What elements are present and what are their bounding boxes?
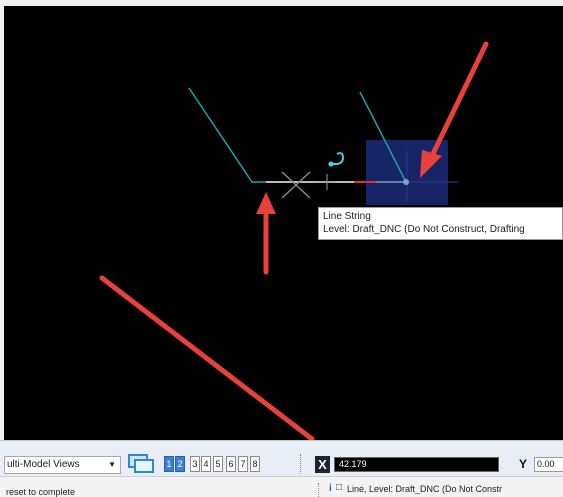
element-tooltip: Line String Level: Draft_DNC (Do Not Con… <box>318 207 563 240</box>
annotation-arrow-up <box>256 192 276 275</box>
view-button-1[interactable]: 1 <box>164 456 174 472</box>
y-coordinate-input[interactable]: 0.00 <box>534 457 563 472</box>
status-message: Line, Level: Draft_DNC (Do Not Constr <box>347 484 503 494</box>
element-icon: □ <box>336 482 343 493</box>
view-group-select[interactable]: ulti-Model Views ▼ <box>4 456 121 474</box>
view-button-4[interactable]: 4 <box>201 456 211 472</box>
view-button-5[interactable]: 5 <box>213 456 223 472</box>
status-prompt: reset to complete <box>6 487 76 497</box>
toolbar-separator <box>300 454 303 474</box>
view-groups-icon[interactable] <box>127 452 155 474</box>
x-coordinate-input[interactable]: 42.179 <box>334 457 499 472</box>
view-group-select-value: ulti-Model Views <box>7 459 80 470</box>
snap-mode-icon <box>328 152 345 167</box>
snap-point <box>403 179 409 185</box>
tooltip-level: Level: Draft_DNC (Do Not Construct, Draf… <box>323 224 525 235</box>
status-bar: reset to complete i □ Line, Level: Draft… <box>0 476 563 497</box>
view-button-2[interactable]: 2 <box>175 456 185 472</box>
cursor-x-icon <box>281 171 311 199</box>
drawing-viewport[interactable]: Line String Level: Draft_DNC (Do Not Con… <box>4 6 563 440</box>
view-button-6[interactable]: 6 <box>226 456 236 472</box>
y-coordinate-label: Y <box>519 457 528 471</box>
tooltip-element-type: Line String <box>323 211 371 222</box>
line-string-left <box>188 87 298 183</box>
view-button-3[interactable]: 3 <box>190 456 200 472</box>
annotation-arrow-bottom <box>99 275 315 440</box>
tentative-point-icon <box>319 174 335 190</box>
x-coordinate-label: X <box>315 456 330 473</box>
info-icon[interactable]: i <box>329 483 332 494</box>
view-button-7[interactable]: 7 <box>238 456 248 472</box>
view-button-8[interactable]: 8 <box>250 456 260 472</box>
annotation-arrow-top-right <box>420 41 489 178</box>
chevron-down-icon: ▼ <box>108 460 116 469</box>
status-separator <box>318 483 319 497</box>
